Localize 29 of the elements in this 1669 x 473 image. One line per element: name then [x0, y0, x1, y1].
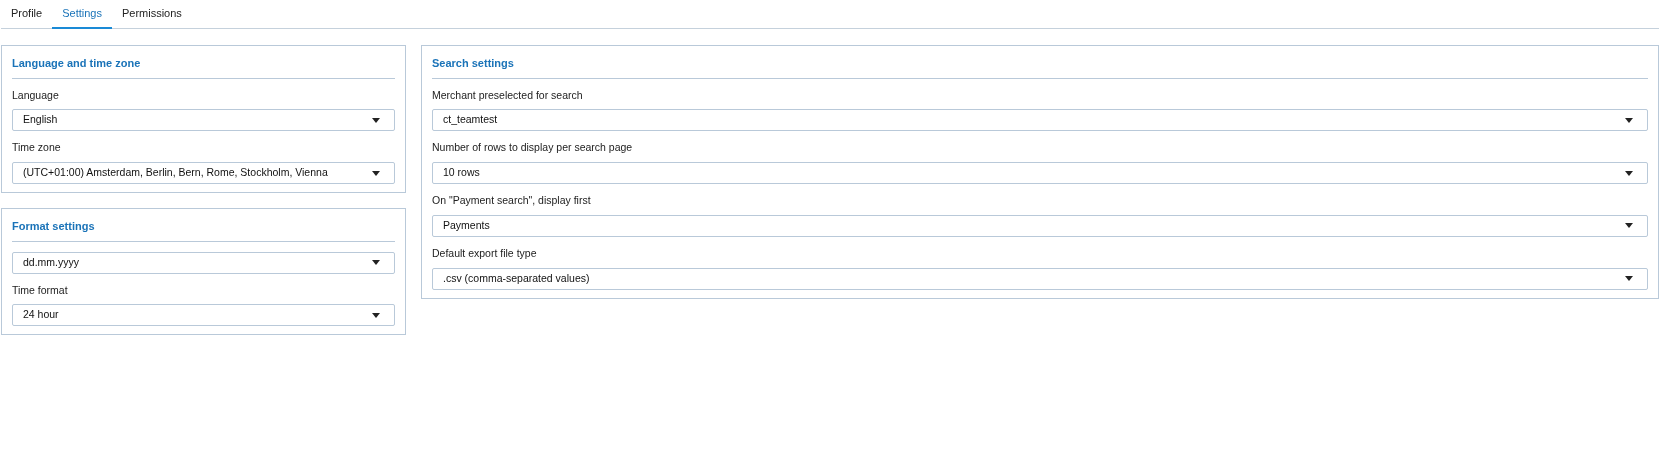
field-label: Merchant preselected for search	[432, 87, 584, 103]
select-field[interactable]: English	[12, 109, 395, 132]
field-label: Language	[12, 87, 60, 103]
select-field[interactable]: 10 rows	[432, 162, 1648, 184]
field-label: Default export file type	[432, 245, 538, 261]
caret-icon	[1625, 223, 1633, 229]
select-field[interactable]: .csv (comma-separated values)	[432, 267, 1648, 290]
caret-icon	[372, 312, 380, 318]
panel-title: Search settings	[432, 55, 1648, 79]
caret-icon	[1625, 276, 1633, 281]
select-field[interactable]: (UTC+01:00) Amsterdam, Berlin, Bern, Rome, Stockholm, Vienna	[12, 162, 395, 184]
select-field[interactable]: Payments	[432, 214, 1648, 237]
field-label: On "Payment search", display first	[432, 193, 592, 208]
field-label: Number of rows to display per search page	[432, 140, 634, 156]
select-field[interactable]: ct_teamtest	[432, 109, 1648, 132]
tab[interactable]: Permissions	[111, 0, 192, 29]
panel-title: Format settings	[12, 218, 395, 242]
select-field[interactable]: dd.mm.yyyy	[12, 251, 395, 274]
caret-icon	[372, 260, 380, 265]
panel-title: Language and time zone	[12, 55, 395, 79]
tab[interactable]: Settings	[52, 0, 112, 29]
field-label: Time format	[12, 282, 69, 298]
caret-icon	[372, 117, 380, 123]
caret-icon	[1625, 170, 1633, 176]
field-label: Time zone	[12, 140, 62, 156]
caret-icon	[372, 170, 380, 176]
tab[interactable]: Profile	[1, 0, 53, 29]
caret-icon	[1625, 117, 1633, 123]
select-field[interactable]: 24 hour	[12, 304, 395, 327]
